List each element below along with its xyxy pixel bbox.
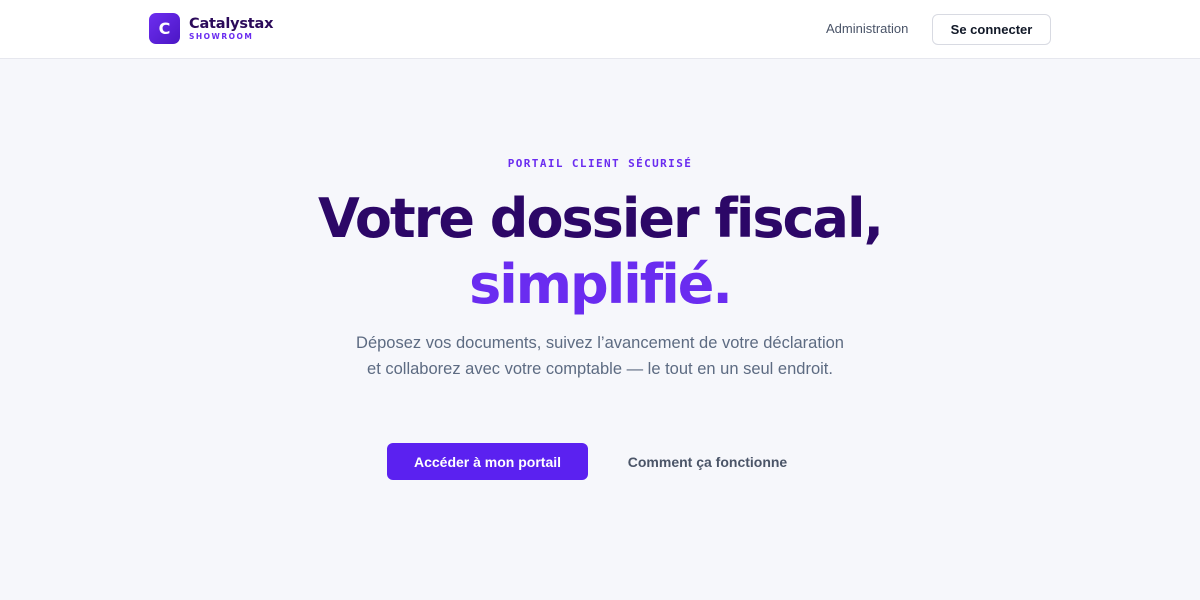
logo-badge: C [149,13,180,44]
top-header: C Catalystax SHOWROOM Administration Se … [0,0,1200,59]
access-portal-button[interactable]: Accéder à mon portail [387,443,588,480]
headline-line-2: simplifié. [469,253,733,316]
brand-text: Catalystax SHOWROOM [189,15,274,41]
brand-subtitle: SHOWROOM [189,32,254,41]
hero-eyebrow: PORTAIL CLIENT SÉCURISÉ [507,157,693,170]
brand-name: Catalystax [189,15,274,32]
nav-link-administration[interactable]: Administration [826,21,908,36]
hero-description: Déposez vos documents, suivez l’avanceme… [356,334,844,378]
login-button[interactable]: Se connecter [932,14,1051,45]
brand-logo-link[interactable]: C Catalystax SHOWROOM [149,13,273,44]
hero-headline: Votre dossier fiscal, simplifié. [0,186,1200,318]
how-it-works-button[interactable]: Comment ça fonctionne [610,443,805,480]
headline-line-1: Votre dossier fiscal, [317,187,884,250]
